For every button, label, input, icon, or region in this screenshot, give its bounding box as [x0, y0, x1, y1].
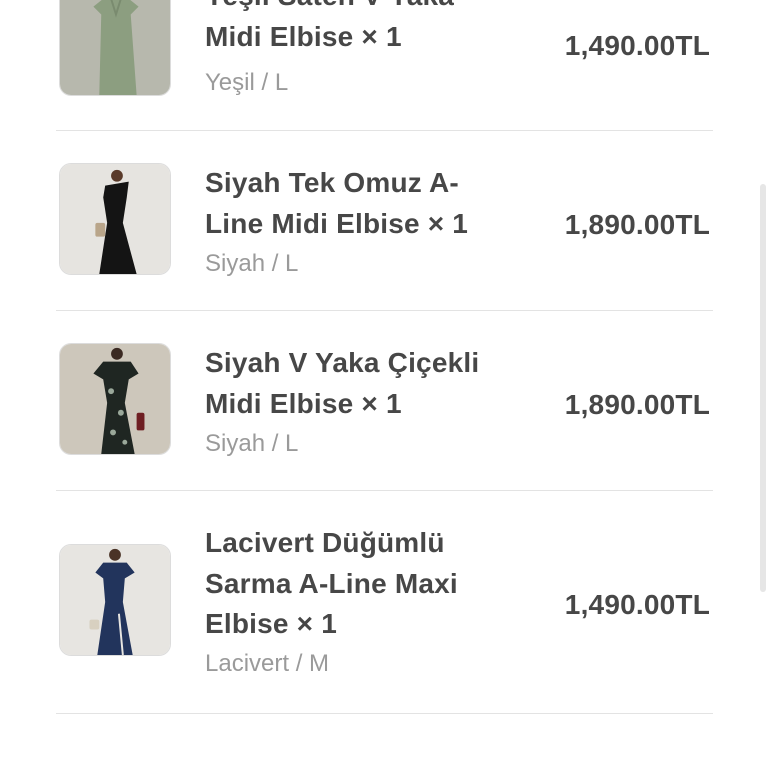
product-image[interactable] [59, 0, 171, 96]
product-image[interactable] [59, 343, 171, 455]
product-title-line: Lacivert Düğümlü [205, 527, 445, 558]
product-image[interactable] [59, 163, 171, 275]
product-title-line: Siyah V Yaka Çiçekli [205, 347, 480, 378]
list-item[interactable]: Yeşil Saten V Yaka Midi Elbise × 1 Yeşil… [56, 0, 712, 130]
navy-wrap-dress-photo [60, 545, 170, 655]
order-item-list: Yeşil Saten V Yaka Midi Elbise × 1 Yeşil… [0, 0, 768, 768]
product-price: 1,890.00TL [564, 209, 710, 240]
product-title-line: Yeşil Saten V Yaka [205, 0, 505, 17]
product-price: 1,890.00TL [564, 389, 710, 420]
list-item[interactable]: Lacivert Düğümlü Sarma A-Line Maxi Elbis… [56, 491, 712, 713]
product-variant: Lacivert / M [205, 650, 330, 677]
product-title-line: Sarma A-Line Maxi [205, 567, 458, 599]
product-variant: Yeşil / L [205, 69, 289, 96]
product-variant: Siyah / L [205, 250, 299, 277]
scrollbar[interactable] [760, 184, 766, 592]
product-title-line: Line Midi Elbise × 1 [205, 207, 469, 239]
product-variant: Siyah / L [205, 430, 299, 457]
product-title[interactable]: Yeşil Saten V Yaka Midi Elbise × 1 [205, 0, 505, 57]
list-item[interactable]: Siyah Tek Omuz A- Line Midi Elbise × 1 S… [56, 131, 712, 310]
product-price: 1,490.00TL [564, 30, 710, 61]
product-image[interactable] [59, 544, 171, 656]
product-title-line: Midi Elbise × 1 [205, 20, 402, 52]
product-price: 1,490.00TL [564, 589, 710, 620]
green-satin-dress-photo [60, 0, 170, 95]
product-title[interactable]: Lacivert Düğümlü Sarma A-Line Maxi Elbis… [205, 523, 505, 645]
product-title-line: Elbise × 1 [205, 608, 337, 639]
list-item[interactable]: Siyah V Yaka Çiçekli Midi Elbise × 1 Siy… [56, 311, 712, 490]
product-title[interactable]: Siyah V Yaka Çiçekli Midi Elbise × 1 [205, 343, 505, 424]
divider [56, 713, 713, 714]
product-title-line: Midi Elbise × 1 [205, 387, 402, 419]
black-one-shoulder-dress-photo [60, 164, 170, 274]
product-title-line: Siyah Tek Omuz A- [205, 167, 459, 198]
black-floral-dress-photo [60, 344, 170, 454]
product-title[interactable]: Siyah Tek Omuz A- Line Midi Elbise × 1 [205, 163, 505, 244]
